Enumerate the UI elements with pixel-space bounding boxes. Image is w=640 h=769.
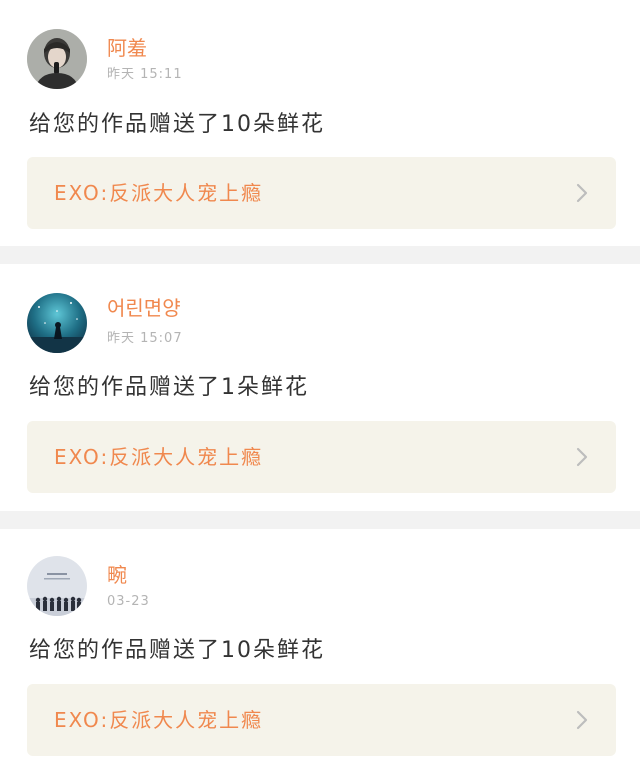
chevron-right-icon [572, 183, 592, 203]
username[interactable]: 어린면양 [107, 296, 181, 320]
work-title: EXO:反派大人宠上瘾 [54, 708, 264, 732]
work-link[interactable]: EXO:反派大人宠上瘾 [27, 157, 616, 229]
avatar[interactable] [27, 29, 87, 89]
chevron-right-icon [572, 710, 592, 730]
avatar-singer-photo-icon [27, 29, 87, 89]
work-title: EXO:反派大人宠上瘾 [54, 181, 264, 205]
username[interactable]: 阿羞 [107, 36, 147, 60]
avatar-starry-night-icon [27, 293, 87, 353]
work-link[interactable]: EXO:反派大人宠上瘾 [27, 684, 616, 756]
avatar[interactable] [27, 556, 87, 616]
timestamp: 昨天 15:11 [107, 67, 183, 82]
notification-card: 어린면양 昨天 15:07 给您的作品赠送了1朵鲜花 EXO:反派大人宠上瘾 [0, 264, 640, 511]
username[interactable]: 畹 [107, 563, 127, 587]
timestamp: 03-23 [107, 594, 150, 609]
avatar-group-photo-icon [27, 556, 87, 616]
gift-message: 给您的作品赠送了1朵鲜花 [29, 375, 309, 400]
chevron-right-icon [572, 447, 592, 467]
work-link[interactable]: EXO:反派大人宠上瘾 [27, 421, 616, 493]
gift-message: 给您的作品赠送了10朵鲜花 [29, 112, 325, 137]
gift-message: 给您的作品赠送了10朵鲜花 [29, 638, 325, 663]
timestamp: 昨天 15:07 [107, 331, 183, 346]
notification-card: 阿羞 昨天 15:11 给您的作品赠送了10朵鲜花 EXO:反派大人宠上瘾 [0, 0, 640, 246]
work-title: EXO:反派大人宠上瘾 [54, 445, 264, 469]
notification-feed: 阿羞 昨天 15:11 给您的作品赠送了10朵鲜花 EXO:反派大人宠上瘾 어린… [0, 0, 640, 769]
avatar[interactable] [27, 293, 87, 353]
notification-card: 畹 03-23 给您的作品赠送了10朵鲜花 EXO:反派大人宠上瘾 [0, 529, 640, 769]
